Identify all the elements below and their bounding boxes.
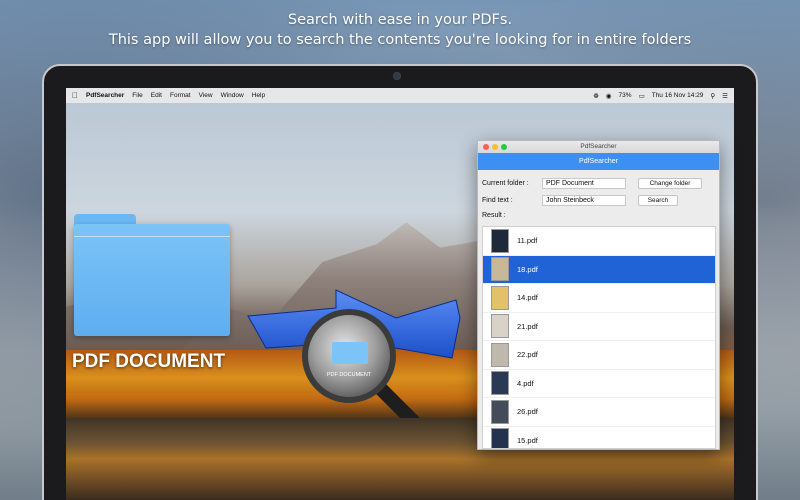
search-icon[interactable]: ⚲ xyxy=(710,92,715,100)
pdf-thumbnail-icon xyxy=(491,399,509,424)
list-item[interactable]: 26.pdf xyxy=(483,398,715,427)
find-text-input[interactable]: John Steinbeck xyxy=(542,195,626,206)
results-list[interactable]: 11.pdf 18.pdf 14.pdf 21.pdf 22.pdf 4.pdf… xyxy=(482,226,716,449)
window-title: PdfSearcher xyxy=(580,143,617,150)
menu-app-name[interactable]: PdfSearcher xyxy=(86,92,124,99)
list-icon[interactable]: ☰ xyxy=(722,92,728,100)
current-folder-field[interactable]: PDF Document xyxy=(542,178,626,189)
pdf-thumbnail-icon xyxy=(491,257,509,282)
result-filename: 18.pdf xyxy=(517,264,538,274)
menu-file[interactable]: File xyxy=(132,92,142,99)
change-folder-button[interactable]: Change folder xyxy=(638,178,702,189)
headline-line-1: Search with ease in your PDFs. xyxy=(287,12,513,28)
close-icon[interactable] xyxy=(483,144,489,150)
pdf-thumbnail-icon xyxy=(491,371,509,396)
pdf-thumbnail-icon xyxy=(491,314,509,339)
folder-body xyxy=(74,224,230,336)
menu-edit[interactable]: Edit xyxy=(151,92,162,99)
pdf-thumbnail-icon xyxy=(491,342,509,367)
app-header: PdfSearcher xyxy=(478,153,719,170)
list-item[interactable]: 14.pdf xyxy=(483,284,715,313)
list-item[interactable]: 11.pdf xyxy=(483,227,715,256)
result-filename: 21.pdf xyxy=(517,321,538,331)
list-item[interactable]: 4.pdf xyxy=(483,370,715,398)
menu-view[interactable]: View xyxy=(199,92,213,99)
traffic-lights xyxy=(483,144,510,150)
headline-line-2: This app will allow you to search the co… xyxy=(108,32,692,48)
result-filename: 11.pdf xyxy=(517,236,538,246)
list-item[interactable]: 15.pdf xyxy=(483,427,715,448)
wifi-icon[interactable]: ◉ xyxy=(606,92,612,100)
lens-folder-icon xyxy=(332,342,368,364)
app-window: PdfSearcher PdfSearcher Current folder :… xyxy=(477,140,720,450)
pdf-thumbnail-icon xyxy=(491,228,509,253)
list-item-selected[interactable]: 18.pdf xyxy=(483,255,715,284)
menu-window[interactable]: Window xyxy=(221,92,244,99)
menu-format[interactable]: Format xyxy=(170,92,191,99)
result-filename: 26.pdf xyxy=(517,407,538,417)
menu-bar:  PdfSearcher File Edit Format View Wind… xyxy=(66,88,734,103)
menu-status-area: ❁ ◉ 73% ▭ Thu 16 Nov 14:29 ⚲ ☰ xyxy=(586,92,728,100)
folder-line xyxy=(74,236,230,237)
find-text-label: Find text : xyxy=(482,197,513,204)
camera-icon xyxy=(393,72,401,80)
apple-icon[interactable]:  xyxy=(72,91,78,100)
minimize-icon[interactable] xyxy=(492,144,498,150)
battery-percent[interactable]: 73% xyxy=(619,92,632,99)
result-filename: 4.pdf xyxy=(517,378,534,388)
find-text-row: Find text : John Steinbeck Search xyxy=(482,195,678,206)
folder-label: PDF DOCUMENT xyxy=(72,351,226,372)
result-filename: 14.pdf xyxy=(517,293,538,303)
pdf-thumbnail-icon xyxy=(491,428,509,448)
menu-help[interactable]: Help xyxy=(252,92,265,99)
search-button[interactable]: Search xyxy=(638,195,678,206)
result-filename: 22.pdf xyxy=(517,350,538,360)
list-item[interactable]: 22.pdf xyxy=(483,341,715,370)
zoom-icon[interactable] xyxy=(501,144,507,150)
current-folder-row: Current folder : PDF Document Change fol… xyxy=(482,178,702,189)
list-item[interactable]: 21.pdf xyxy=(483,313,715,341)
pdf-thumbnail-icon xyxy=(491,285,509,310)
window-titlebar[interactable]: PdfSearcher xyxy=(478,141,719,153)
current-folder-label: Current folder : xyxy=(482,180,529,187)
magnifier-label: PDF DOCUMENT xyxy=(327,372,372,378)
result-filename: 15.pdf xyxy=(517,435,538,445)
promo-headline: Search with ease in your PDFs. This app … xyxy=(0,10,800,50)
menu-clock[interactable]: Thu 16 Nov 14:29 xyxy=(652,92,704,99)
result-label-row: Result : xyxy=(482,212,506,219)
folder-icon xyxy=(74,214,230,336)
search-arrow-graphic: PDF DOCUMENT xyxy=(247,289,461,418)
result-label: Result : xyxy=(482,212,506,219)
bluetooth-icon[interactable]: ❁ xyxy=(593,92,598,100)
battery-icon[interactable]: ▭ xyxy=(639,92,645,100)
